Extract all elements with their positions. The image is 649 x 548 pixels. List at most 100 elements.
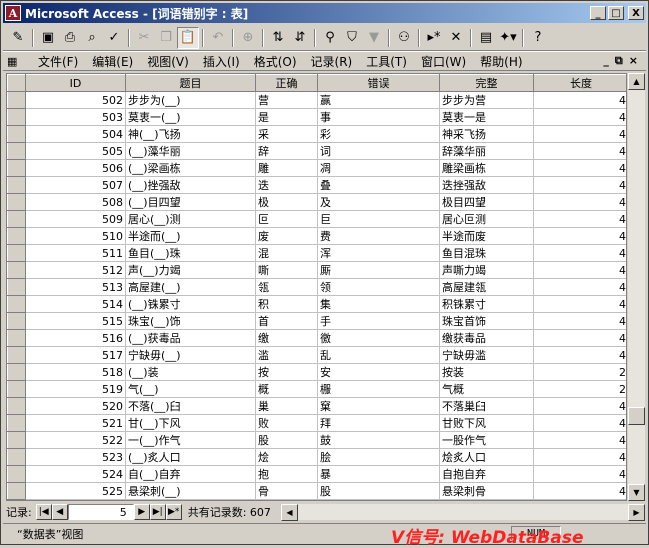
record-selector[interactable] (7, 312, 26, 330)
cell-complete[interactable]: 珠宝首饰 (439, 312, 534, 330)
find-icon[interactable]: ⚇ (393, 27, 415, 49)
cell-wrong[interactable]: 凋 (317, 159, 440, 177)
cell-complete[interactable]: 高屋建瓴 (439, 278, 534, 296)
cell-wrong[interactable]: 徼 (317, 329, 440, 347)
cell-id[interactable]: 508 (25, 193, 126, 211)
table-row[interactable]: 511 鱼目(__)珠混浑鱼目混珠 4 (7, 244, 626, 262)
cell-id[interactable]: 510 (25, 227, 126, 245)
new-object-icon[interactable]: ✦▾ (497, 27, 519, 49)
record-selector[interactable] (7, 448, 26, 466)
table-row[interactable]: 505 (__)藻华丽辞词辞藻华丽 4 (7, 142, 626, 160)
cell-complete[interactable]: 半途而废 (439, 227, 534, 245)
cell-id[interactable]: 505 (25, 142, 126, 160)
cell-question[interactable]: 珠宝(__)饰 (125, 312, 256, 330)
menu-format[interactable]: 格式(O) (247, 53, 304, 70)
cell-wrong[interactable]: 浑 (317, 244, 440, 262)
cell-complete[interactable]: 气概 (439, 380, 534, 398)
table-row[interactable]: 502 步步为(__) 营赢步步为营 4 (7, 91, 626, 109)
cell-question[interactable]: 鱼目(__)珠 (125, 244, 256, 262)
cut-icon[interactable]: ✂ (133, 27, 155, 49)
cell-question[interactable]: 悬梁刺(__) (125, 482, 256, 500)
cell-correct[interactable]: 混 (255, 244, 318, 262)
cell-question[interactable]: (__)装 (125, 363, 256, 381)
table-row[interactable]: 521 甘(__)下风败拜甘败下风 4 (7, 414, 626, 432)
cell-complete[interactable]: 步步为营 (439, 91, 534, 109)
cell-question[interactable]: 不落(__)臼 (125, 397, 256, 415)
cell-length[interactable]: 4 (533, 295, 626, 313)
record-selector[interactable] (7, 193, 26, 211)
cell-length[interactable]: 4 (533, 482, 626, 500)
record-selector[interactable] (7, 363, 26, 381)
column-header-length[interactable]: 长度 (533, 74, 626, 92)
cell-question[interactable]: 甘(__)下风 (125, 414, 256, 432)
cell-wrong[interactable]: 窠 (317, 397, 440, 415)
cell-complete[interactable]: 按装 (439, 363, 534, 381)
sort-descending-icon[interactable]: ⇵ (289, 27, 311, 49)
cell-length[interactable]: 4 (533, 431, 626, 449)
cell-complete[interactable]: 缴获毒品 (439, 329, 534, 347)
new-record-button[interactable]: ▶* (165, 504, 182, 520)
cell-correct[interactable]: 抱 (255, 465, 318, 483)
cell-wrong[interactable]: 暴 (317, 465, 440, 483)
hyperlink-icon[interactable]: ⊕ (237, 27, 259, 49)
cell-correct[interactable]: 叵 (255, 210, 318, 228)
cell-correct[interactable]: 极 (255, 193, 318, 211)
delete-record-icon[interactable]: ✕ (445, 27, 467, 49)
cell-length[interactable]: 4 (533, 193, 626, 211)
cell-question[interactable]: 神(__)飞扬 (125, 125, 256, 143)
record-selector[interactable] (7, 414, 26, 432)
cell-id[interactable]: 511 (25, 244, 126, 262)
cell-correct[interactable]: 采 (255, 125, 318, 143)
cell-correct[interactable]: 首 (255, 312, 318, 330)
cell-wrong[interactable]: 安 (317, 363, 440, 381)
cell-question[interactable]: (__)铢累寸 (125, 295, 256, 313)
cell-length[interactable]: 4 (533, 91, 626, 109)
cell-correct[interactable]: 迭 (255, 176, 318, 194)
last-record-button[interactable]: ▶| (149, 504, 166, 520)
cell-id[interactable]: 512 (25, 261, 126, 279)
cell-length[interactable]: 2 (533, 380, 626, 398)
cell-correct[interactable]: 营 (255, 91, 318, 109)
cell-id[interactable]: 516 (25, 329, 126, 347)
column-header-complete[interactable]: 完整 (439, 74, 534, 92)
cell-wrong[interactable]: 股 (317, 482, 440, 500)
table-row[interactable]: 509 居心(__)测叵巨居心叵测 4 (7, 210, 626, 228)
cell-complete[interactable]: 莫衷一是 (439, 108, 534, 126)
table-row[interactable]: 517 宁缺毋(__) 滥乱宁缺毋滥 4 (7, 346, 626, 364)
cell-correct[interactable]: 按 (255, 363, 318, 381)
cell-correct[interactable]: 滥 (255, 346, 318, 364)
cell-length[interactable]: 2 (533, 363, 626, 381)
table-row[interactable]: 523 (__)炙人口烩脍烩炙人口 4 (7, 448, 626, 466)
cell-wrong[interactable]: 蜡 (317, 499, 440, 500)
cell-question[interactable]: 半途而(__) (125, 227, 256, 245)
cell-length[interactable]: 4 (533, 346, 626, 364)
filter-by-selection-icon[interactable]: ⚲ (319, 27, 341, 49)
cell-correct[interactable]: 积 (255, 295, 318, 313)
menu-file[interactable]: 文件(F) (31, 53, 85, 70)
table-row[interactable]: 515 珠宝(__)饰首手珠宝首饰 4 (7, 312, 626, 330)
scroll-down-arrow-icon[interactable]: ▼ (628, 484, 645, 501)
cell-wrong[interactable]: 鼓 (317, 431, 440, 449)
cell-complete[interactable]: 迭挫强敌 (439, 176, 534, 194)
table-row[interactable]: 522 一(__)作气股鼓一股作气 4 (7, 431, 626, 449)
cell-id[interactable]: 502 (25, 91, 126, 109)
cell-correct[interactable]: 烩 (255, 448, 318, 466)
table-row[interactable]: 504 神(__)飞扬采彩神采飞扬 4 (7, 125, 626, 143)
child-minimize-button[interactable]: _ (603, 54, 609, 68)
cell-wrong[interactable]: 巨 (317, 210, 440, 228)
table-row[interactable]: 519 气(__) 概棴气概 2 (7, 380, 626, 398)
record-selector[interactable] (7, 108, 26, 126)
cell-length[interactable]: 4 (533, 142, 626, 160)
cell-length[interactable]: 4 (533, 176, 626, 194)
cell-correct[interactable]: 败 (255, 414, 318, 432)
table-row[interactable]: 524 自(__)自弃抱暴自抱自弃 4 (7, 465, 626, 483)
cell-wrong[interactable]: 集 (317, 295, 440, 313)
cell-question[interactable]: 一(__)作气 (125, 431, 256, 449)
scroll-right-arrow-icon[interactable]: ▶ (628, 504, 645, 521)
table-row[interactable]: 526打(__)腊蜡打腊2 (7, 499, 626, 500)
cell-question[interactable]: 宁缺毋(__) (125, 346, 256, 364)
sort-ascending-icon[interactable]: ⇅ (267, 27, 289, 49)
cell-wrong[interactable]: 厮 (317, 261, 440, 279)
cell-id[interactable]: 518 (25, 363, 126, 381)
cell-question[interactable]: (__)目四望 (125, 193, 256, 211)
